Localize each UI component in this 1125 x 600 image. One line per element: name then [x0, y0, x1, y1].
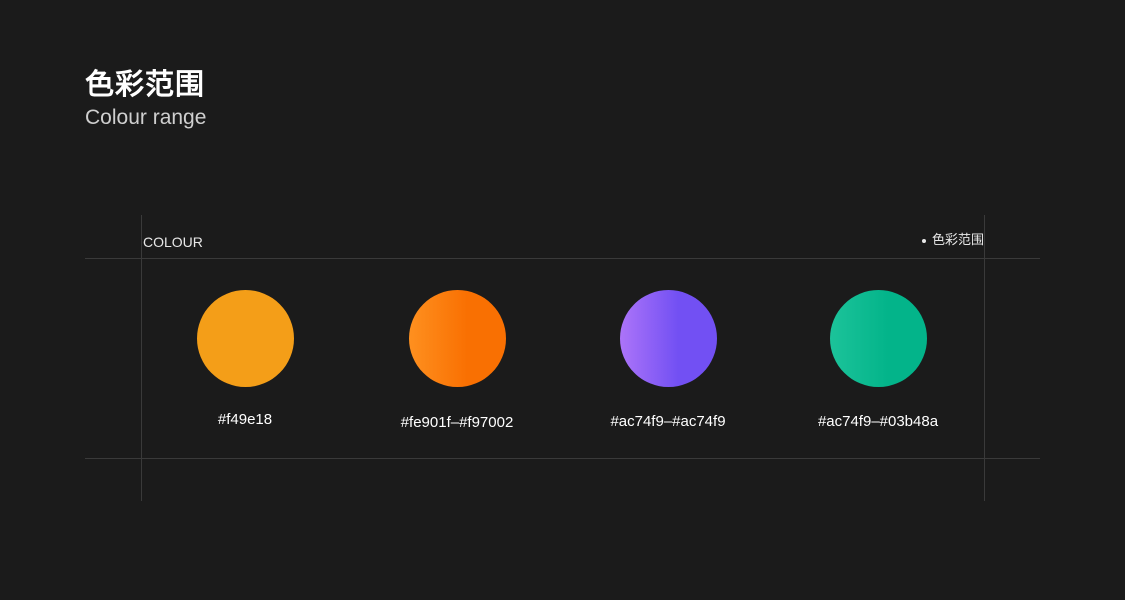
color-swatch	[620, 290, 717, 387]
color-swatch	[197, 290, 294, 387]
color-swatch-label: #ac74f9–#ac74f9	[610, 413, 726, 430]
divider-top	[85, 258, 1040, 259]
divider-bottom	[85, 458, 1040, 459]
color-swatch	[409, 290, 506, 387]
panel-tag-text: 色彩范围	[931, 233, 984, 248]
divider-left	[141, 215, 142, 501]
page-subtitle: Colour range	[85, 106, 207, 129]
panel-tag: 色彩范围	[921, 232, 984, 250]
color-swatch	[830, 290, 927, 387]
panel-label: COLOUR	[143, 234, 203, 250]
color-swatch-label: #f49e18	[217, 411, 273, 428]
page-title: 色彩范围	[85, 67, 206, 101]
color-swatch-label: #ac74f9–#03b48a	[817, 413, 939, 430]
divider-right	[984, 215, 985, 501]
color-swatch-label: #fe901f–#f97002	[400, 414, 514, 431]
bullet-icon	[921, 239, 926, 243]
